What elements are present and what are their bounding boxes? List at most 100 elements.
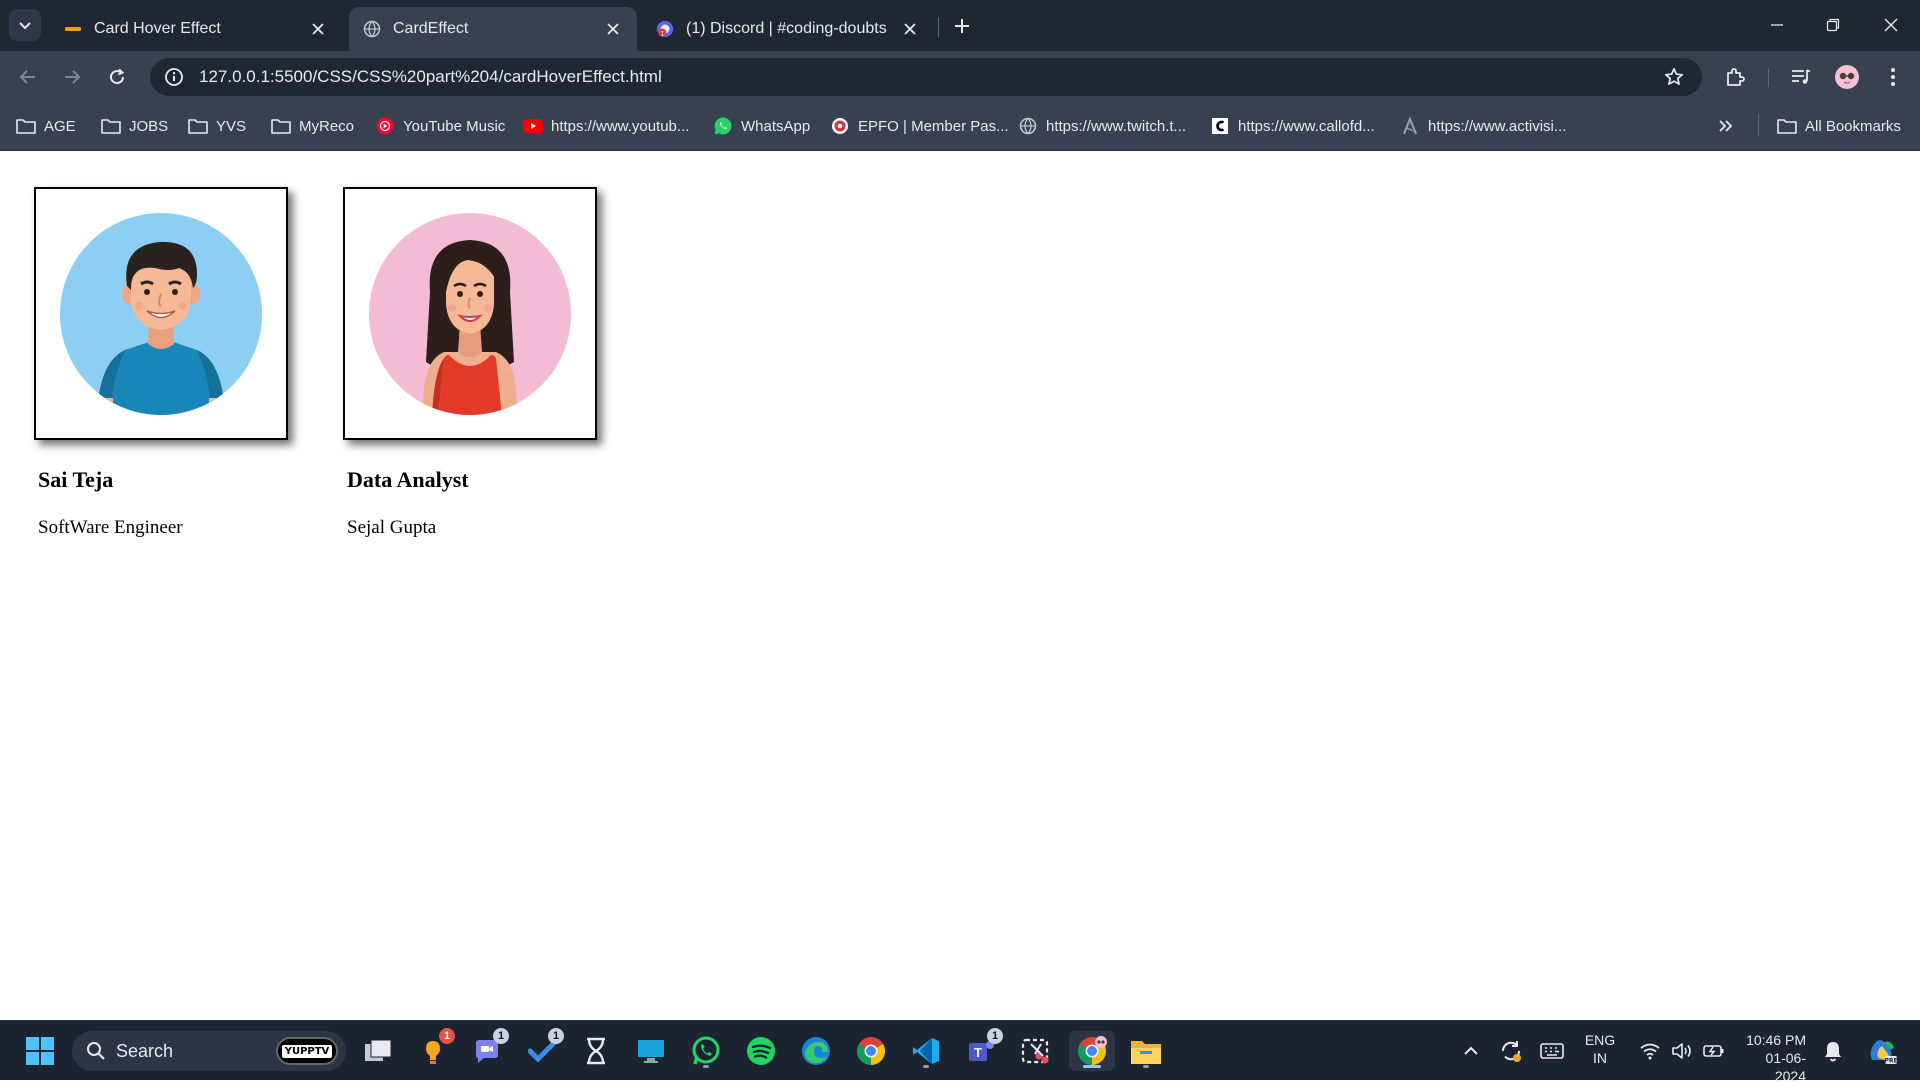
taskbar-app-whatsapp[interactable] [686, 1031, 726, 1071]
profile-card[interactable]: Data Analyst Sejal Gupta [343, 187, 597, 539]
profile-avatar[interactable] [1830, 60, 1864, 94]
taskbar-app-edge[interactable] [796, 1031, 836, 1071]
extensions-button[interactable] [1718, 60, 1752, 94]
new-tab-button[interactable] [948, 12, 976, 40]
tab-search-button[interactable] [9, 9, 41, 41]
all-bookmarks-button[interactable]: All Bookmarks [1777, 114, 1901, 138]
taskbar-app-timer[interactable] [576, 1031, 616, 1071]
bookmark-callofduty[interactable]: https://www.callofd... [1210, 114, 1375, 138]
taskbar-app-tips[interactable]: 1 [413, 1028, 455, 1071]
taskbar-app-spotify[interactable] [741, 1031, 781, 1071]
browser-menu-button[interactable] [1876, 60, 1910, 94]
bookmark-label: MyReco [299, 117, 355, 135]
close-window-button[interactable] [1868, 8, 1914, 42]
copilot-icon: PRE [1870, 1040, 1898, 1065]
bookmark-whatsapp[interactable]: WhatsApp [713, 114, 810, 138]
battery-charging-icon [1703, 1045, 1724, 1057]
start-button[interactable] [20, 1031, 60, 1071]
bookmark-age[interactable]: AGE [16, 114, 76, 138]
site-info-icon[interactable] [161, 64, 187, 90]
running-indicator [1083, 1065, 1101, 1068]
bookmark-jobs[interactable]: JOBS [101, 114, 168, 138]
tab-title: CardEffect [393, 20, 469, 37]
running-indicator [703, 1065, 709, 1068]
taskbar-app-desktop[interactable] [631, 1031, 671, 1071]
close-icon[interactable] [308, 19, 328, 39]
bookmark-star-icon[interactable] [1662, 65, 1686, 89]
bookmark-yvs[interactable]: YVS [188, 114, 246, 138]
taskbar-app-todo[interactable]: 1 [522, 1028, 564, 1071]
card-title: Data Analyst [347, 467, 469, 492]
bookmark-label: EPFO | Member Pas... [858, 117, 1009, 135]
notification-badge: 1 [439, 1028, 455, 1044]
monitor-icon [638, 1040, 664, 1063]
bookmark-twitch[interactable]: https://www.twitch.t... [1018, 114, 1186, 138]
all-bookmarks-label: All Bookmarks [1805, 117, 1901, 135]
globe-icon [1018, 116, 1038, 136]
clock[interactable]: 10:46 PM 01-06-2024 [1736, 1031, 1806, 1085]
taskbar-app-vscode[interactable] [906, 1031, 946, 1071]
arrow-right-icon [65, 70, 81, 84]
taskbar-search[interactable]: Search YUPPTV [72, 1031, 346, 1071]
orange-brand-icon [64, 20, 82, 38]
url-text[interactable]: 127.0.0.1:5500/CSS/CSS%20part%204/cardHo… [199, 67, 662, 87]
taskbar-app-snipping-tool[interactable] [1016, 1031, 1056, 1071]
bookmark-myreco[interactable]: MyReco [271, 114, 354, 138]
reload-button[interactable] [100, 60, 134, 94]
media-controls-button[interactable] [1784, 60, 1818, 94]
wifi-icon [1640, 1043, 1660, 1060]
taskbar-app-chrome-profile[interactable] [1069, 1031, 1115, 1071]
tab-separator [938, 17, 939, 37]
bookmark-label: JOBS [129, 117, 169, 135]
globe-icon [363, 20, 381, 38]
bookmark-activision[interactable]: https://www.activisi... [1400, 114, 1566, 138]
snipping-tool-icon [1021, 1038, 1049, 1064]
quick-settings-button[interactable] [1630, 1031, 1734, 1071]
taskbar-app-meet[interactable]: 1 [467, 1028, 509, 1071]
browser-toolbar: 127.0.0.1:5500/CSS/CSS%20part%204/cardHo… [0, 51, 1920, 101]
restore-button[interactable] [1810, 8, 1856, 42]
bookmark-youtube[interactable]: https://www.youtub... [523, 114, 689, 138]
clock-time: 10:46 PM [1746, 1032, 1806, 1048]
minimize-button[interactable] [1754, 8, 1800, 42]
search-icon [87, 1042, 105, 1060]
close-icon[interactable] [603, 19, 623, 39]
tab-card-hover-effect[interactable]: Card Hover Effect [50, 7, 342, 51]
profile-card[interactable]: Sai Teja SoftWare Engineer [34, 187, 288, 539]
tab-discord[interactable]: 1 (1) Discord | #coding-doubts | A [642, 7, 934, 51]
bookmark-youtube-music[interactable]: YouTube Music [375, 114, 505, 138]
show-hidden-icons-button[interactable] [1454, 1031, 1488, 1071]
close-icon[interactable] [900, 19, 920, 39]
svg-text:PRE: PRE [1884, 1058, 1897, 1065]
avatar-icon [1835, 65, 1859, 89]
notifications-button[interactable] [1816, 1031, 1850, 1071]
more-bookmarks-button[interactable] [1718, 114, 1734, 138]
bookmark-label: https://www.activisi... [1428, 117, 1567, 135]
edge-icon [802, 1037, 830, 1065]
activision-icon [1400, 116, 1420, 136]
tab-cardeffect[interactable]: CardEffect [349, 7, 637, 51]
svg-text:T: T [974, 1045, 982, 1060]
copilot-button[interactable]: PRE [1862, 1031, 1902, 1071]
bookmark-label: AGE [44, 117, 76, 135]
bookmarks-bar: AGE JOBS YVS MyReco YouTube Music https:… [0, 101, 1920, 151]
taskbar-app-chrome[interactable] [851, 1031, 891, 1071]
address-bar[interactable]: 127.0.0.1:5500/CSS/CSS%20part%204/cardHo… [150, 58, 1702, 96]
chrome-icon [1078, 1036, 1107, 1065]
taskbar-app-teams[interactable]: T 1 [961, 1028, 1003, 1071]
yupptv-badge[interactable]: YUPPTV [276, 1037, 338, 1065]
double-chevron-right-icon [1719, 120, 1733, 132]
language-indicator[interactable]: ENG IN [1578, 1031, 1622, 1067]
hourglass-icon [587, 1037, 605, 1065]
card-subtitle: SoftWare Engineer [38, 517, 183, 538]
tab-title: (1) Discord | #coding-doubts | A [686, 20, 892, 37]
bookmark-epfo[interactable]: EPFO | Member Pas... [830, 114, 1009, 138]
keyboard-button[interactable] [1535, 1031, 1569, 1071]
task-view-button[interactable] [358, 1031, 398, 1071]
sync-status-button[interactable] [1494, 1031, 1528, 1071]
reload-icon [110, 68, 125, 85]
forward-button[interactable] [55, 60, 89, 94]
taskbar-app-file-explorer[interactable] [1126, 1031, 1166, 1071]
back-button[interactable] [11, 60, 45, 94]
toolbar-divider [1768, 69, 1769, 87]
